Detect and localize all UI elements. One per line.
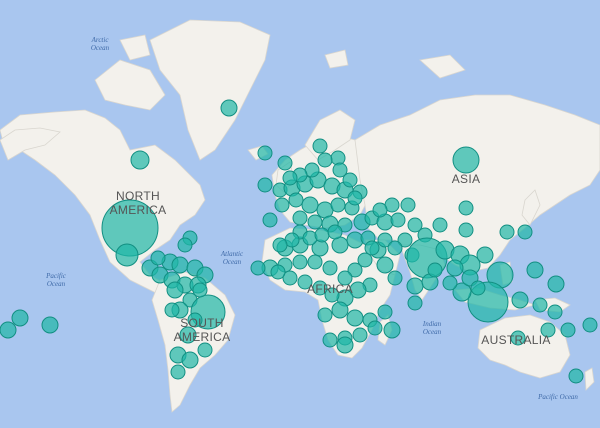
map-bubble[interactable] <box>166 281 184 299</box>
map-bubble[interactable] <box>511 291 529 309</box>
map-bubble[interactable] <box>288 192 304 208</box>
map-canvas[interactable] <box>0 0 600 428</box>
map-bubble[interactable] <box>0 321 17 339</box>
ocean-label-pacific-east: Pacific Ocean <box>538 393 578 401</box>
north-siberia <box>419 54 466 79</box>
map-bubble[interactable] <box>11 309 29 327</box>
arctic-islands-2 <box>119 34 151 61</box>
new-zealand <box>584 367 595 391</box>
map-bubble[interactable] <box>547 304 563 320</box>
map-bubble[interactable] <box>177 237 193 253</box>
map-bubble[interactable] <box>458 200 474 216</box>
map-bubble[interactable] <box>250 260 266 276</box>
map-bubble[interactable] <box>427 262 443 278</box>
map-bubble[interactable] <box>582 317 598 333</box>
map-bubble[interactable] <box>532 297 548 313</box>
map-bubble[interactable] <box>364 240 380 256</box>
map-bubble[interactable] <box>312 138 328 154</box>
map-bubble[interactable] <box>377 304 393 320</box>
map-bubble[interactable] <box>170 364 186 380</box>
map-bubble[interactable] <box>181 351 199 369</box>
map-bubble[interactable] <box>387 270 403 286</box>
map-bubble[interactable] <box>400 197 416 213</box>
map-bubble[interactable] <box>342 172 358 188</box>
map-bubble[interactable] <box>314 227 330 243</box>
map-bubble[interactable] <box>270 264 286 280</box>
map-bubble[interactable] <box>336 336 354 354</box>
map-bubble[interactable] <box>292 254 308 270</box>
map-bubble[interactable] <box>257 177 273 193</box>
map-bubble[interactable] <box>292 210 308 226</box>
map-bubble[interactable] <box>372 202 388 218</box>
map-bubble[interactable] <box>367 320 383 336</box>
map-bubble[interactable] <box>347 190 363 206</box>
map-bubble[interactable] <box>257 145 273 161</box>
map-bubble[interactable] <box>452 146 480 174</box>
map-bubble[interactable] <box>197 342 213 358</box>
map-bubble[interactable] <box>442 275 458 291</box>
map-bubble[interactable] <box>277 155 293 171</box>
map-bubble[interactable] <box>220 99 238 117</box>
map-bubble[interactable] <box>330 197 346 213</box>
map-bubble[interactable] <box>317 307 333 323</box>
map-bubble[interactable] <box>192 282 208 298</box>
continent-label-north-america: NORTH AMERICA <box>109 189 167 217</box>
map-bubble[interactable] <box>387 240 403 256</box>
map-bubble[interactable] <box>568 368 584 384</box>
map-bubble[interactable] <box>317 152 333 168</box>
map-bubble[interactable] <box>383 321 401 339</box>
map-bubble[interactable] <box>407 295 423 311</box>
map-bubble[interactable] <box>282 170 298 186</box>
map-bubble[interactable] <box>476 246 494 264</box>
svalbard <box>324 49 349 69</box>
map-bubble[interactable] <box>458 222 474 238</box>
map-bubble[interactable] <box>164 302 180 318</box>
map-bubble[interactable] <box>41 316 59 334</box>
map-bubble[interactable] <box>346 231 364 249</box>
map-bubble[interactable] <box>171 256 189 274</box>
greenland <box>149 19 271 161</box>
map-bubble[interactable] <box>432 217 448 233</box>
arctic-islands <box>94 59 166 111</box>
map-bubble[interactable] <box>272 237 288 253</box>
ocean-label-indian: Indian Ocean <box>422 320 442 336</box>
map-bubble[interactable] <box>307 214 323 230</box>
ocean-label-arctic: Arctic Ocean <box>90 36 110 52</box>
map-bubble[interactable] <box>470 280 486 296</box>
map-bubble[interactable] <box>446 259 464 277</box>
map-bubble[interactable] <box>390 212 406 228</box>
map-bubble[interactable] <box>262 212 278 228</box>
continent-label-south-america: SOUTH AMERICA <box>173 316 231 344</box>
map-bubble[interactable] <box>376 256 394 274</box>
map-bubble[interactable] <box>327 224 343 240</box>
map-bubble[interactable] <box>547 275 565 293</box>
map-bubble[interactable] <box>526 261 544 279</box>
map-bubble[interactable] <box>115 243 139 267</box>
map-bubble[interactable] <box>322 332 338 348</box>
map-bubble[interactable] <box>352 327 368 343</box>
continent-label-australia: AUSTRALIA <box>481 333 551 347</box>
map-bubble[interactable] <box>406 277 424 295</box>
map-bubble[interactable] <box>346 309 364 327</box>
map-bubble[interactable] <box>307 254 323 270</box>
map-bubble[interactable] <box>322 260 338 276</box>
world-map[interactable]: Arctic Ocean Atlantic Ocean Pacific Ocea… <box>0 0 600 428</box>
map-bubble[interactable] <box>274 197 290 213</box>
map-bubble[interactable] <box>517 224 533 240</box>
map-bubble[interactable] <box>331 301 349 319</box>
map-bubble[interactable] <box>560 322 576 338</box>
map-bubble[interactable] <box>301 196 319 214</box>
map-bubble[interactable] <box>150 250 166 266</box>
continent-label-asia: ASIA <box>451 172 481 186</box>
ocean-label-pacific-west: Pacific Ocean <box>46 272 66 288</box>
ocean-label-atlantic: Atlantic Ocean <box>220 250 244 266</box>
continent-label-africa: AFRICA <box>307 282 353 296</box>
map-bubble[interactable] <box>130 150 150 170</box>
map-bubble[interactable] <box>499 224 515 240</box>
